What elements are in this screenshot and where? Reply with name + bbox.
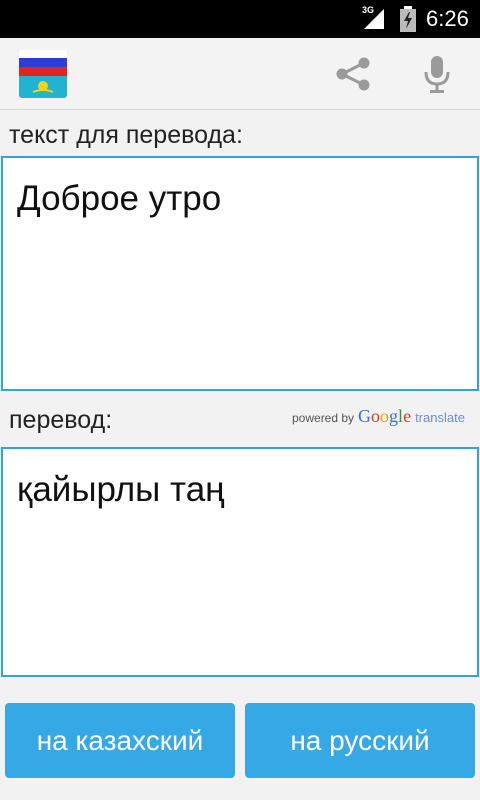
microphone-icon[interactable] bbox=[422, 54, 452, 94]
translation-output[interactable]: қайырлы таң bbox=[1, 447, 479, 677]
clock: 6:26 bbox=[426, 6, 469, 31]
google-logo: Google bbox=[358, 406, 412, 426]
source-label: текст для перевода: bbox=[9, 121, 243, 149]
flag-ru-kz-icon[interactable] bbox=[19, 50, 67, 98]
battery-charging-icon bbox=[400, 6, 416, 32]
translation-label: перевод: bbox=[9, 406, 113, 434]
translate-to-kazakh-button[interactable]: на казахский bbox=[5, 703, 235, 778]
source-text-input[interactable]: Доброе утро bbox=[1, 156, 479, 391]
translate-to-russian-button[interactable]: на русский bbox=[245, 703, 475, 778]
status-bar: 3G 6:26 bbox=[0, 0, 480, 38]
google-attribution: powered by Google translate bbox=[292, 406, 465, 428]
signal-icon bbox=[364, 9, 384, 29]
screen: 3G 6:26 текст для перевода: Доброе утро … bbox=[0, 0, 480, 800]
action-bar bbox=[0, 38, 480, 110]
translate-text: translate bbox=[415, 410, 465, 425]
powered-by-text: powered by bbox=[292, 411, 355, 425]
share-icon[interactable] bbox=[333, 56, 373, 92]
